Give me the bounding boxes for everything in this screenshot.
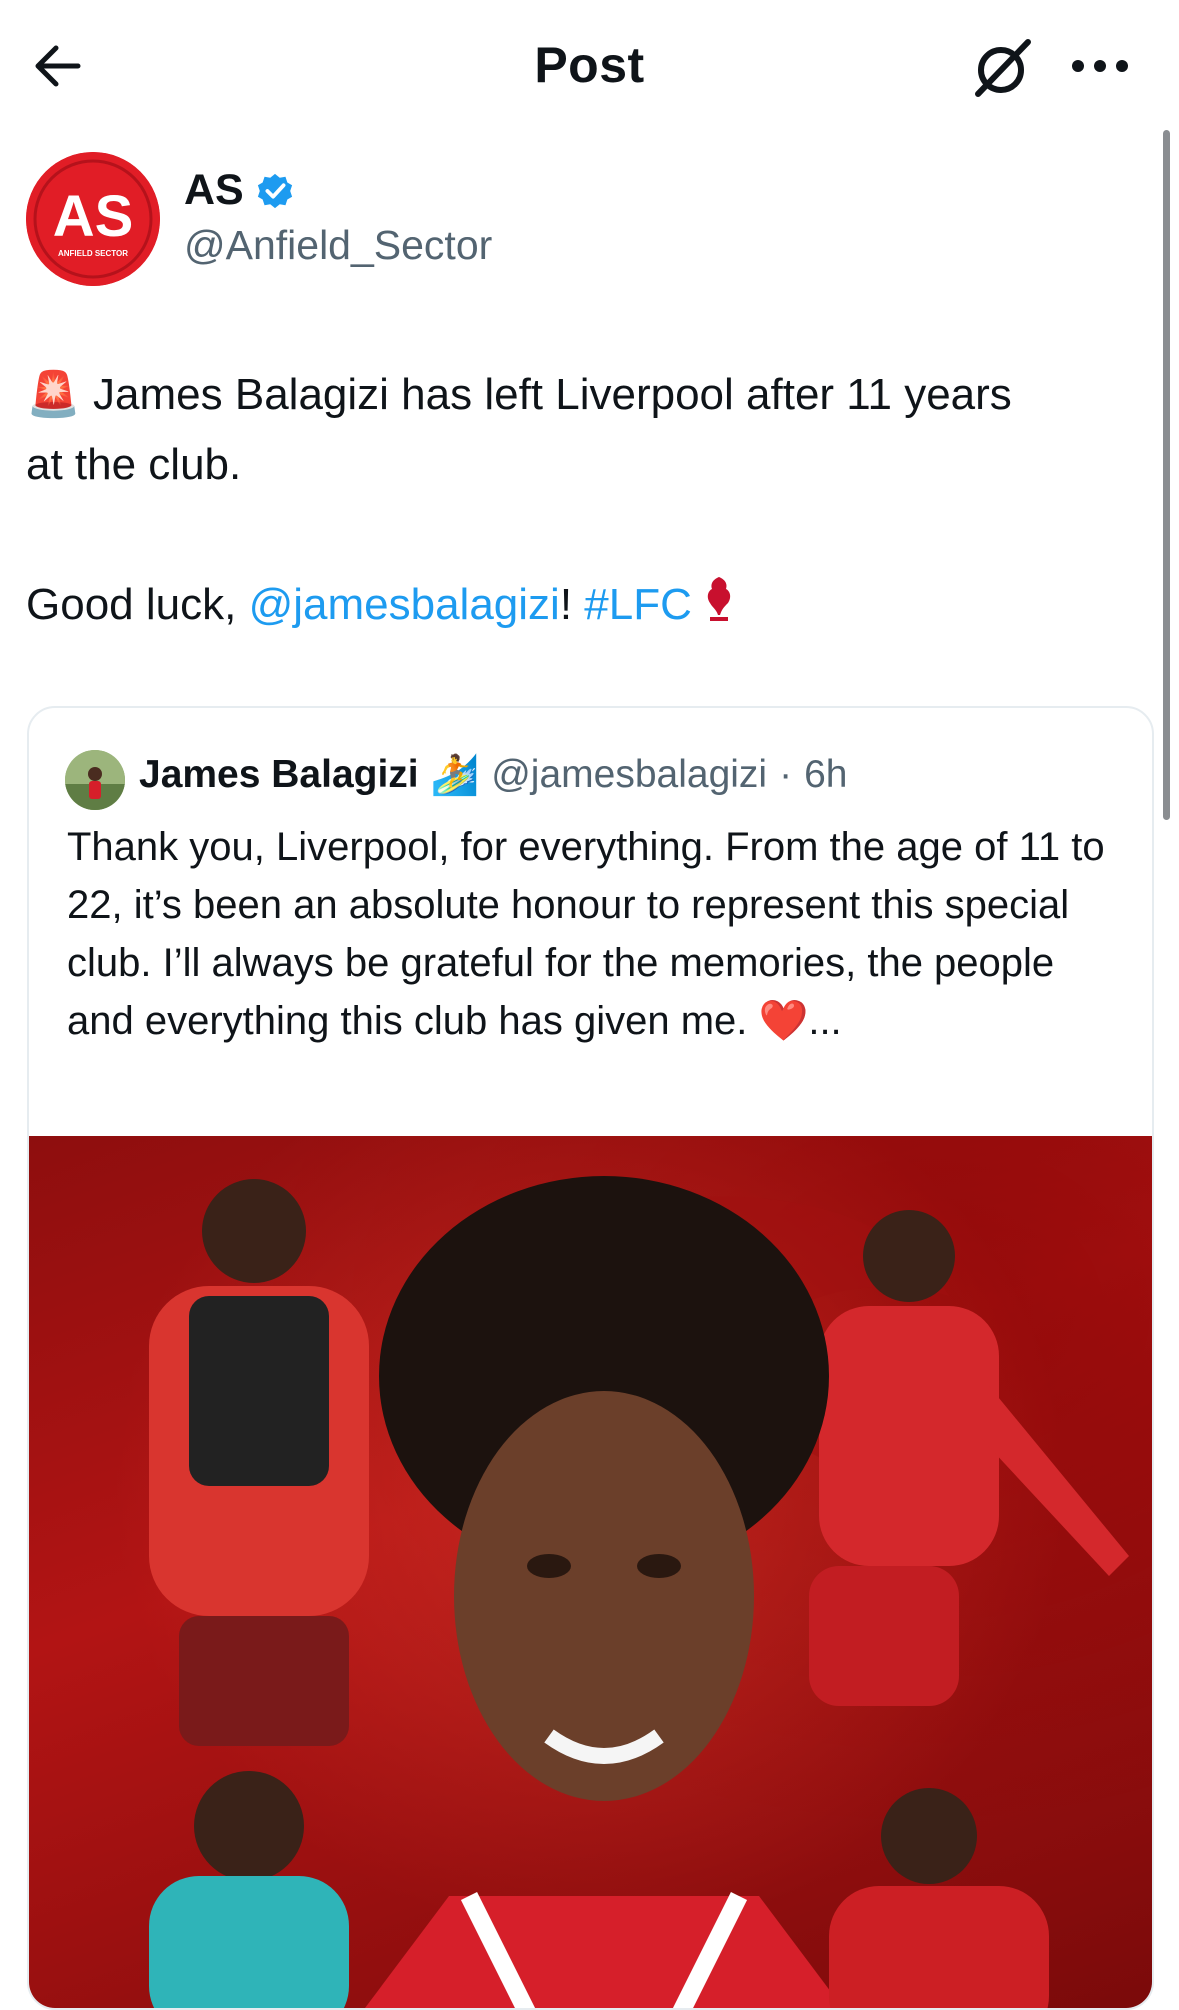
- quoted-avatar-image: [65, 750, 125, 810]
- grok-button[interactable]: [962, 28, 1042, 108]
- author-name-row[interactable]: AS: [184, 166, 294, 215]
- heart-emoji-icon: ❤️: [758, 999, 809, 1043]
- quoted-timestamp[interactable]: 6h: [804, 753, 847, 797]
- quoted-post-header: James Balagizi 🏄 @jamesbalagizi · 6h: [139, 752, 848, 798]
- author-avatar[interactable]: AS ANFIELD SECTOR: [26, 152, 160, 286]
- surfer-emoji-icon: 🏄: [430, 754, 480, 797]
- quoted-separator: ·: [779, 753, 793, 796]
- post-header: Post: [0, 0, 1179, 135]
- author-handle[interactable]: @Anfield_Sector: [184, 222, 492, 269]
- quoted-ellipsis: ...: [808, 999, 842, 1043]
- tweet-text-line1: James Balagizi has left Liverpool after …: [93, 370, 1012, 419]
- verified-badge-icon: [257, 173, 292, 208]
- svg-text:ANFIELD SECTOR: ANFIELD SECTOR: [58, 249, 128, 258]
- quoted-body: Thank you, Liverpool, for everything. Fr…: [67, 825, 1105, 1043]
- anfield-sector-logo: AS ANFIELD SECTOR: [26, 152, 160, 286]
- tweet-line-2: at the club.: [26, 440, 242, 489]
- svg-text:AS: AS: [53, 184, 134, 249]
- grok-icon: [975, 39, 1031, 97]
- goodluck-text: Good luck,: [26, 580, 249, 629]
- hashtag-link[interactable]: #LFC: [584, 580, 692, 629]
- more-options-button[interactable]: [1060, 34, 1140, 98]
- quoted-post-text: Thank you, Liverpool, for everything. Fr…: [67, 818, 1127, 1050]
- more-horizontal-icon: [1072, 60, 1128, 72]
- scrollbar[interactable]: [1163, 130, 1170, 820]
- tweet-line-1: 🚨 James Balagizi has left Liverpool afte…: [26, 360, 1156, 430]
- author-name[interactable]: AS: [184, 166, 244, 215]
- exclaim-text: !: [559, 580, 573, 629]
- quoted-author-handle[interactable]: @jamesbalagizi: [491, 753, 767, 797]
- siren-emoji-icon: 🚨: [26, 370, 81, 419]
- tweet-line-3: Good luck, @jamesbalagizi! #LFC: [26, 570, 1156, 640]
- quoted-post-image[interactable]: [29, 1136, 1152, 2008]
- quoted-post-card[interactable]: James Balagizi 🏄 @jamesbalagizi · 6h Thank…: [27, 706, 1154, 2010]
- lfc-liverbird-icon: [707, 577, 731, 621]
- quoted-author-name[interactable]: James Balagizi: [139, 753, 419, 797]
- mention-link[interactable]: @jamesbalagizi: [249, 580, 560, 629]
- tweet-spacer: [26, 500, 1156, 570]
- quoted-author-avatar[interactable]: [65, 750, 125, 810]
- player-collage-image: [149, 1176, 1129, 2008]
- tweet-text: 🚨 James Balagizi has left Liverpool afte…: [26, 360, 1156, 640]
